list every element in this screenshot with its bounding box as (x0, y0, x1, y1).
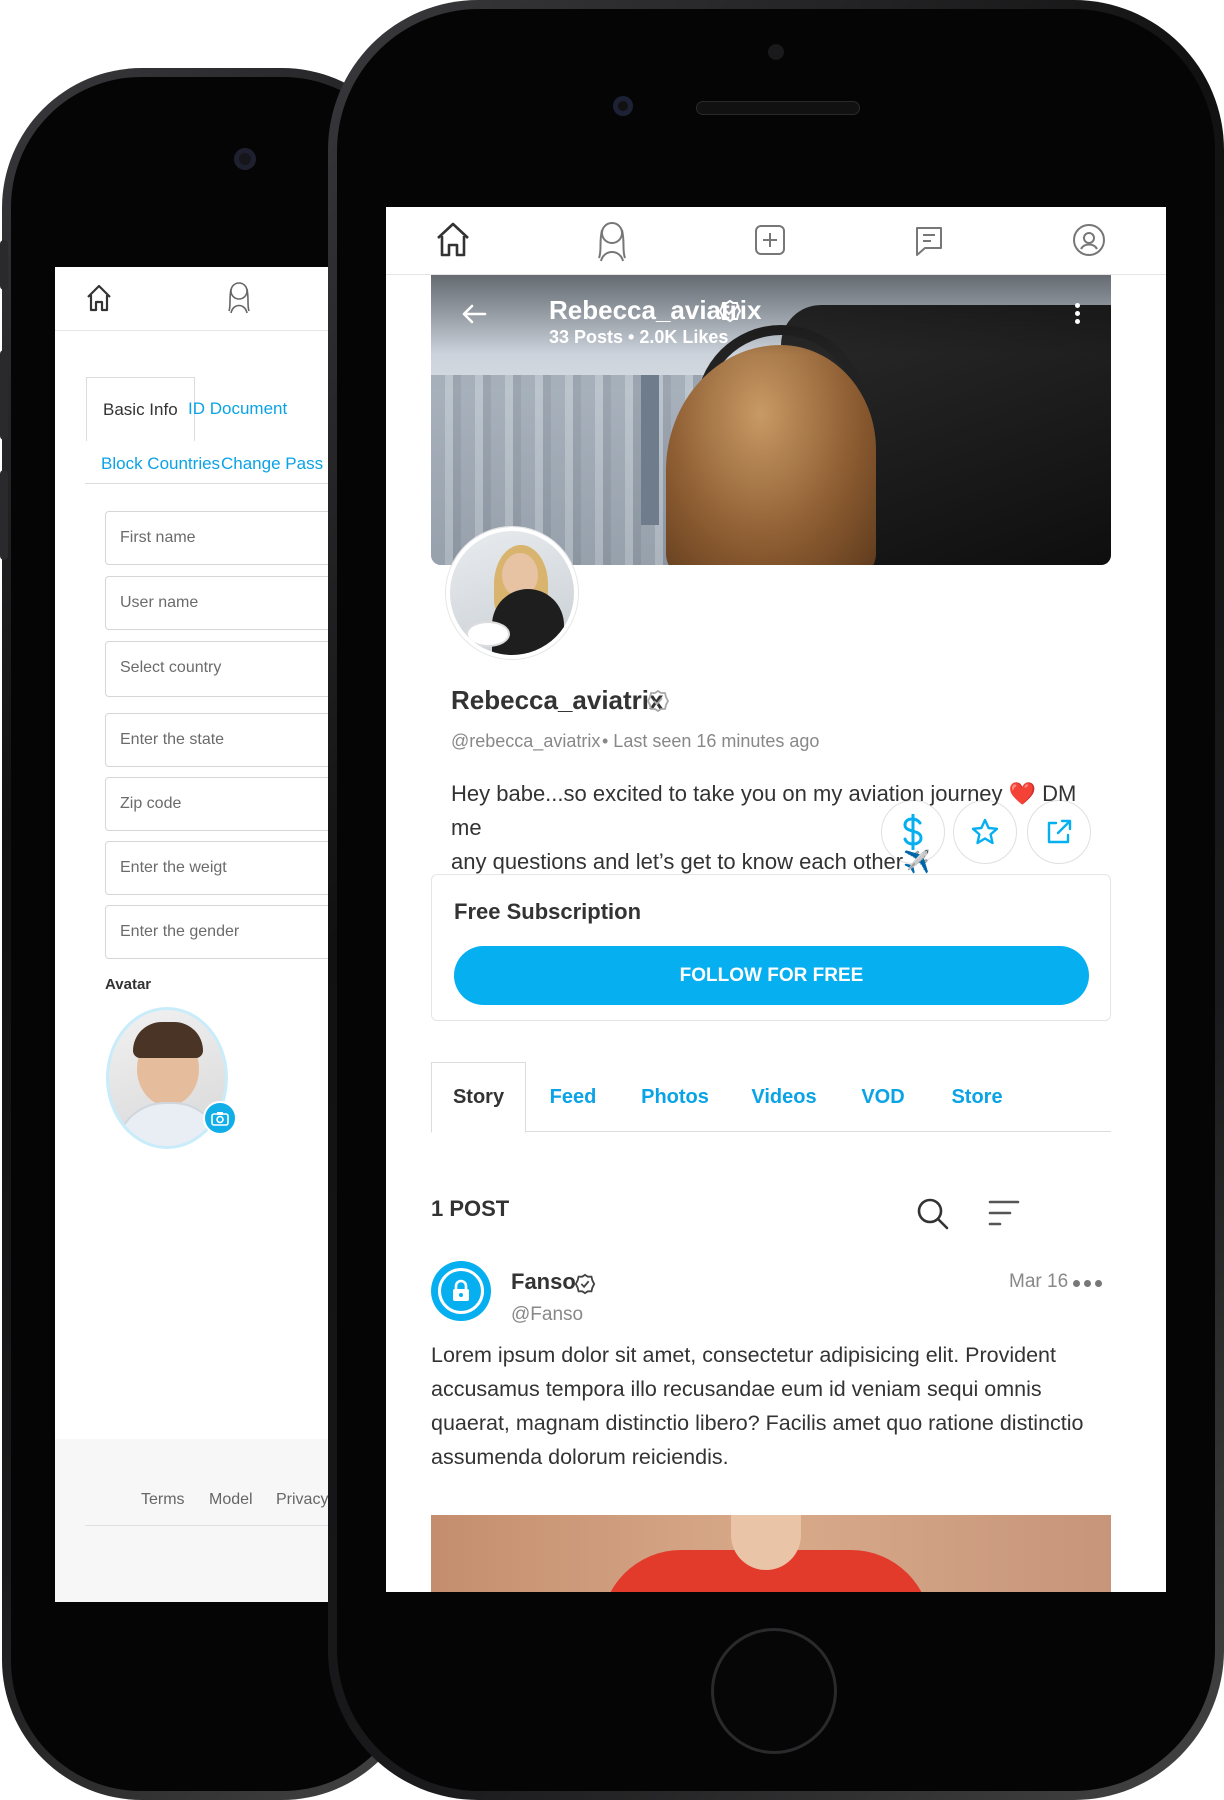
user-name-input[interactable]: User name (105, 576, 333, 630)
profile-bio: Hey babe...so excited to take you on my … (451, 781, 1077, 874)
state-input[interactable]: Enter the state (105, 713, 333, 767)
country-select[interactable]: Select country (105, 641, 333, 697)
post-image[interactable] (431, 1515, 1111, 1592)
home-icon[interactable] (435, 221, 471, 259)
add-post-icon[interactable] (754, 224, 786, 256)
post-text: Lorem ipsum dolor sit amet, consectetur … (431, 1343, 1084, 1469)
tab-change-password[interactable]: Change Pass (221, 454, 323, 474)
more-options-icon[interactable] (1075, 303, 1081, 325)
home-button[interactable] (711, 1628, 837, 1754)
tab-store[interactable]: Store (941, 1062, 1013, 1132)
camera-icon (613, 96, 633, 116)
follow-for-free-button[interactable]: FOLLOW FOR FREE (454, 946, 1089, 1005)
model-icon[interactable] (225, 279, 253, 315)
verified-icon (646, 689, 670, 713)
lock-icon (453, 1279, 469, 1301)
tab-feed[interactable]: Feed (531, 1062, 615, 1132)
post-count: 1 POST (431, 1196, 510, 1221)
profile-avatar[interactable] (446, 527, 578, 659)
speaker-grille (696, 101, 860, 115)
model-icon[interactable] (593, 217, 631, 263)
zip-code-input[interactable]: Zip code (105, 777, 333, 831)
account-icon[interactable] (1072, 223, 1106, 257)
tabs-divider (85, 483, 333, 484)
footer-link-model[interactable]: Model (209, 1491, 253, 1509)
sort-icon[interactable] (988, 1199, 1020, 1227)
post-author-handle: @Fanso (511, 1304, 584, 1325)
gender-input[interactable]: Enter the gender (105, 905, 333, 959)
camera-icon (211, 1111, 229, 1126)
footer-link-privacy[interactable]: Privacy P (276, 1491, 333, 1509)
top-nav (386, 207, 1166, 275)
profile-screen: Rebecca_aviatrix 33 Posts • 2.0K Likes R… (386, 207, 1166, 1592)
settings-screen: Basic Info ID Document Block Countries C… (55, 267, 333, 1602)
home-icon[interactable] (85, 283, 113, 313)
profile-handle: @rebecca_aviatrix (451, 731, 601, 751)
search-icon[interactable] (916, 1197, 950, 1231)
post-author-name[interactable]: Fanso (511, 1269, 576, 1295)
tab-vod[interactable]: VOD (851, 1062, 915, 1132)
post-author-avatar[interactable] (431, 1261, 491, 1321)
last-seen: • Last seen 16 minutes ago (602, 731, 820, 751)
tab-photos[interactable]: Photos (631, 1062, 719, 1132)
weight-input[interactable]: Enter the weigt (105, 841, 333, 895)
first-name-input[interactable]: First name (105, 511, 333, 565)
back-arrow-icon[interactable] (461, 303, 487, 325)
footer-link-terms[interactable]: Terms (141, 1491, 185, 1509)
tab-basic-info[interactable]: Basic Info (86, 377, 195, 441)
sensor-icon (768, 44, 784, 60)
top-nav (55, 267, 333, 331)
avatar-label: Avatar (105, 976, 152, 993)
profile-tabs: Story Feed Photos Videos VOD Store (431, 1062, 1111, 1133)
subscription-card: Free Subscription FOLLOW FOR FREE (431, 874, 1111, 1021)
tab-block-countries[interactable]: Block Countries (101, 454, 220, 474)
verified-icon (574, 1273, 596, 1295)
profile-name: Rebecca_aviatrix (451, 685, 664, 715)
camera-upload-button[interactable] (203, 1101, 237, 1135)
post-date: Mar 16 (1009, 1271, 1069, 1292)
cover-photo: Rebecca_aviatrix 33 Posts • 2.0K Likes (431, 275, 1111, 565)
cover-stats: 33 Posts • 2.0K Likes (549, 327, 729, 347)
verified-icon (718, 299, 742, 323)
subscription-title: Free Subscription (454, 899, 642, 924)
footer: Terms Model Privacy P (55, 1439, 333, 1602)
post-menu-icon[interactable] (1073, 1280, 1102, 1287)
tab-videos[interactable]: Videos (741, 1062, 827, 1132)
tab-story[interactable]: Story (431, 1062, 526, 1133)
messages-icon[interactable] (913, 224, 945, 258)
tab-id-document[interactable]: ID Document (188, 399, 287, 419)
camera-icon (234, 148, 256, 170)
